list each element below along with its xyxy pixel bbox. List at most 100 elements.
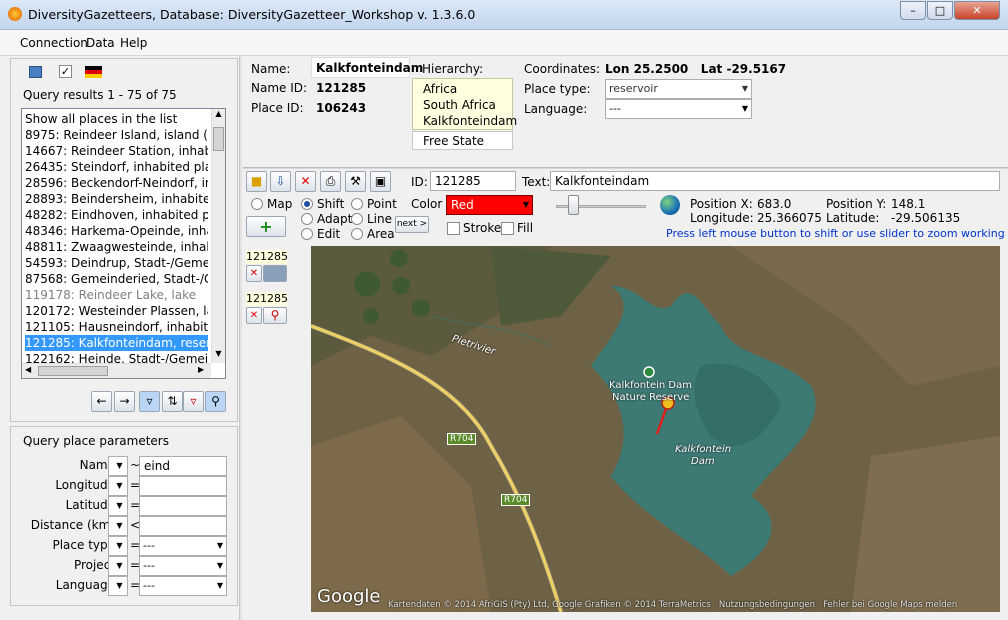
menu-bar: Connection Data Help — [0, 30, 1008, 56]
vertical-scrollbar[interactable]: ▲ ▼ — [211, 109, 225, 363]
next-button[interactable]: next > — [395, 216, 429, 233]
zoom-slider-thumb[interactable] — [568, 195, 579, 215]
list-item[interactable]: 48346: Harkema-Opeinde, inhabite — [25, 223, 208, 239]
param-combo[interactable]: --- ▼ — [139, 556, 227, 576]
operator-dropdown[interactable]: ▼ — [108, 516, 128, 536]
list-item[interactable]: 8975: Reindeer Island, island (52.41 — [25, 127, 208, 143]
chevron-down-icon: ▼ — [216, 561, 223, 570]
open-folder-icon[interactable]: ■ — [246, 171, 267, 192]
operator-dropdown[interactable]: ▼ — [108, 496, 128, 516]
hierarchy-item[interactable]: Africa — [423, 82, 457, 96]
marker-id-label: 121285 — [246, 292, 288, 306]
german-flag-icon[interactable] — [85, 66, 102, 78]
list-item[interactable]: 87568: Gemeinderied, Stadt-/Geme — [25, 271, 208, 287]
map-marker-icon[interactable] — [263, 265, 287, 282]
pin-marker-icon[interactable]: ⚲ — [263, 307, 287, 324]
latitude-value: -29.506135 — [891, 211, 961, 225]
operator-dropdown[interactable]: ▼ — [108, 536, 128, 556]
list-item[interactable]: Show all places in the list — [25, 111, 208, 127]
menu-connection[interactable]: Connection — [20, 36, 88, 50]
language-combo[interactable]: --- ▼ — [605, 99, 752, 119]
delete-marker-icon[interactable]: ✕ — [246, 265, 262, 282]
mode-radio[interactable] — [251, 198, 263, 210]
hierarchy-item[interactable]: Kalkfonteindam — [423, 114, 517, 128]
shape-radio[interactable] — [351, 198, 363, 210]
window-icon[interactable]: ▣ — [370, 171, 391, 192]
operator-dropdown[interactable]: ▼ — [108, 456, 128, 476]
param-field[interactable] — [139, 496, 227, 516]
color-label: Color — [411, 197, 443, 211]
id-field[interactable]: 121285 — [430, 171, 516, 191]
mode-radio[interactable] — [301, 213, 313, 225]
print-icon[interactable]: ⎙ — [320, 171, 341, 192]
map-label-dam-reserve: Kalkfontein Dam — [609, 380, 692, 391]
place-type-combo[interactable]: reservoir ▼ — [605, 79, 752, 99]
operator-dropdown[interactable]: ▼ — [108, 476, 128, 496]
menu-data[interactable]: Data — [86, 36, 115, 50]
hierarchy-box: Africa South Africa Kalkfonteindam — [412, 78, 517, 130]
text-field[interactable]: Kalkfonteindam — [550, 171, 1000, 191]
hierarchy-item[interactable]: South Africa — [423, 98, 496, 112]
download-icon[interactable]: ⇩ — [270, 171, 291, 192]
list-item[interactable]: 54593: Deindrup, Stadt-/Gemeinde — [25, 255, 208, 271]
minimize-button[interactable]: – — [900, 1, 926, 20]
param-combo[interactable]: --- ▼ — [139, 576, 227, 596]
param-field[interactable] — [139, 476, 227, 496]
stroke-checkbox[interactable] — [447, 222, 460, 235]
globe-icon[interactable] — [660, 195, 680, 215]
mode-radio[interactable] — [301, 228, 313, 240]
next-arrow-icon[interactable]: → — [114, 391, 135, 412]
longitude-label: Longitude: — [690, 211, 754, 225]
list-item[interactable]: 121105: Hausneindorf, inhabited p — [25, 319, 208, 335]
filter-icon[interactable]: ▿ — [139, 391, 160, 412]
shape-radio[interactable] — [351, 228, 363, 240]
shape-label: Point — [367, 197, 397, 211]
shape-label: Line — [367, 212, 393, 226]
color-combo[interactable]: Red ▼ — [446, 195, 533, 215]
list-item[interactable]: 121285: Kalkfonteindam, reservoir — [25, 335, 208, 351]
previous-arrow-icon[interactable]: ← — [91, 391, 112, 412]
latitude-label: Latitude: — [826, 211, 880, 225]
list-item[interactable]: 119178: Reindeer Lake, lake — [25, 287, 208, 303]
fill-checkbox[interactable] — [501, 222, 514, 235]
delete-icon[interactable]: ✕ — [295, 171, 316, 192]
operator-dropdown[interactable]: ▼ — [108, 556, 128, 576]
hierarchy-child-item[interactable]: Free State — [423, 134, 484, 148]
horizontal-scrollbar[interactable]: ◀ ▶ — [22, 363, 211, 378]
satellite-map[interactable]: Pietrivier Kalkfontein Dam Nature Reserv… — [311, 246, 1000, 612]
results-list[interactable]: Show all places in the list 8975: Reindee… — [21, 108, 226, 379]
list-item[interactable]: 48282: Eindhoven, inhabited place — [25, 207, 208, 223]
mode-label: Adapt — [317, 212, 353, 226]
param-combo[interactable]: --- ▼ — [139, 536, 227, 556]
app-icon — [8, 7, 22, 21]
list-item[interactable]: 26435: Steindorf, inhabited place (4 — [25, 159, 208, 175]
remove-filter-icon[interactable]: ▿ — [183, 391, 204, 412]
map-attribution[interactable]: Kartendaten © 2014 AfriGIS (Pty) Ltd, Go… — [388, 600, 957, 610]
search-query-icon[interactable]: ⚲ — [205, 391, 226, 412]
list-item[interactable]: 14667: Reindeer Station, inhabited — [25, 143, 208, 159]
param-field[interactable]: eind — [139, 456, 227, 476]
menu-help[interactable]: Help — [120, 36, 147, 50]
list-item[interactable]: 120172: Westeinder Plassen, lake ( — [25, 303, 208, 319]
close-button[interactable]: ✕ — [954, 1, 1000, 20]
param-field[interactable] — [139, 516, 227, 536]
hierarchy-label: Hierarchy: — [422, 62, 484, 76]
query-params-panel: Query place parameters Name ▼ ~ eind Longitu… — [10, 426, 238, 606]
coordinates-value: Lon 25.2500 Lat -29.5167 — [605, 62, 787, 76]
operator-dropdown[interactable]: ▼ — [108, 576, 128, 596]
filter-sort-icon[interactable]: ⇅ — [162, 391, 183, 412]
tools-icon[interactable]: ⚒ — [345, 171, 366, 192]
marker-id-label: 121285 — [246, 250, 288, 264]
checkbox-icon[interactable]: ✓ — [59, 65, 72, 78]
list-item[interactable]: 28596: Beckendorf-Neindorf, inhab — [25, 175, 208, 191]
maximize-button[interactable]: □ — [927, 1, 953, 20]
splitter[interactable] — [239, 56, 242, 620]
chevron-down-icon: ▼ — [741, 84, 748, 93]
add-icon[interactable]: + — [246, 216, 286, 237]
connect-icon[interactable] — [25, 63, 46, 84]
shape-radio[interactable] — [351, 213, 363, 225]
list-item[interactable]: 48811: Zwaagwesteinde, inhabited — [25, 239, 208, 255]
delete-marker-icon[interactable]: ✕ — [246, 307, 262, 324]
list-item[interactable]: 28893: Beindersheim, inhabited pla — [25, 191, 208, 207]
mode-radio[interactable] — [301, 198, 313, 210]
